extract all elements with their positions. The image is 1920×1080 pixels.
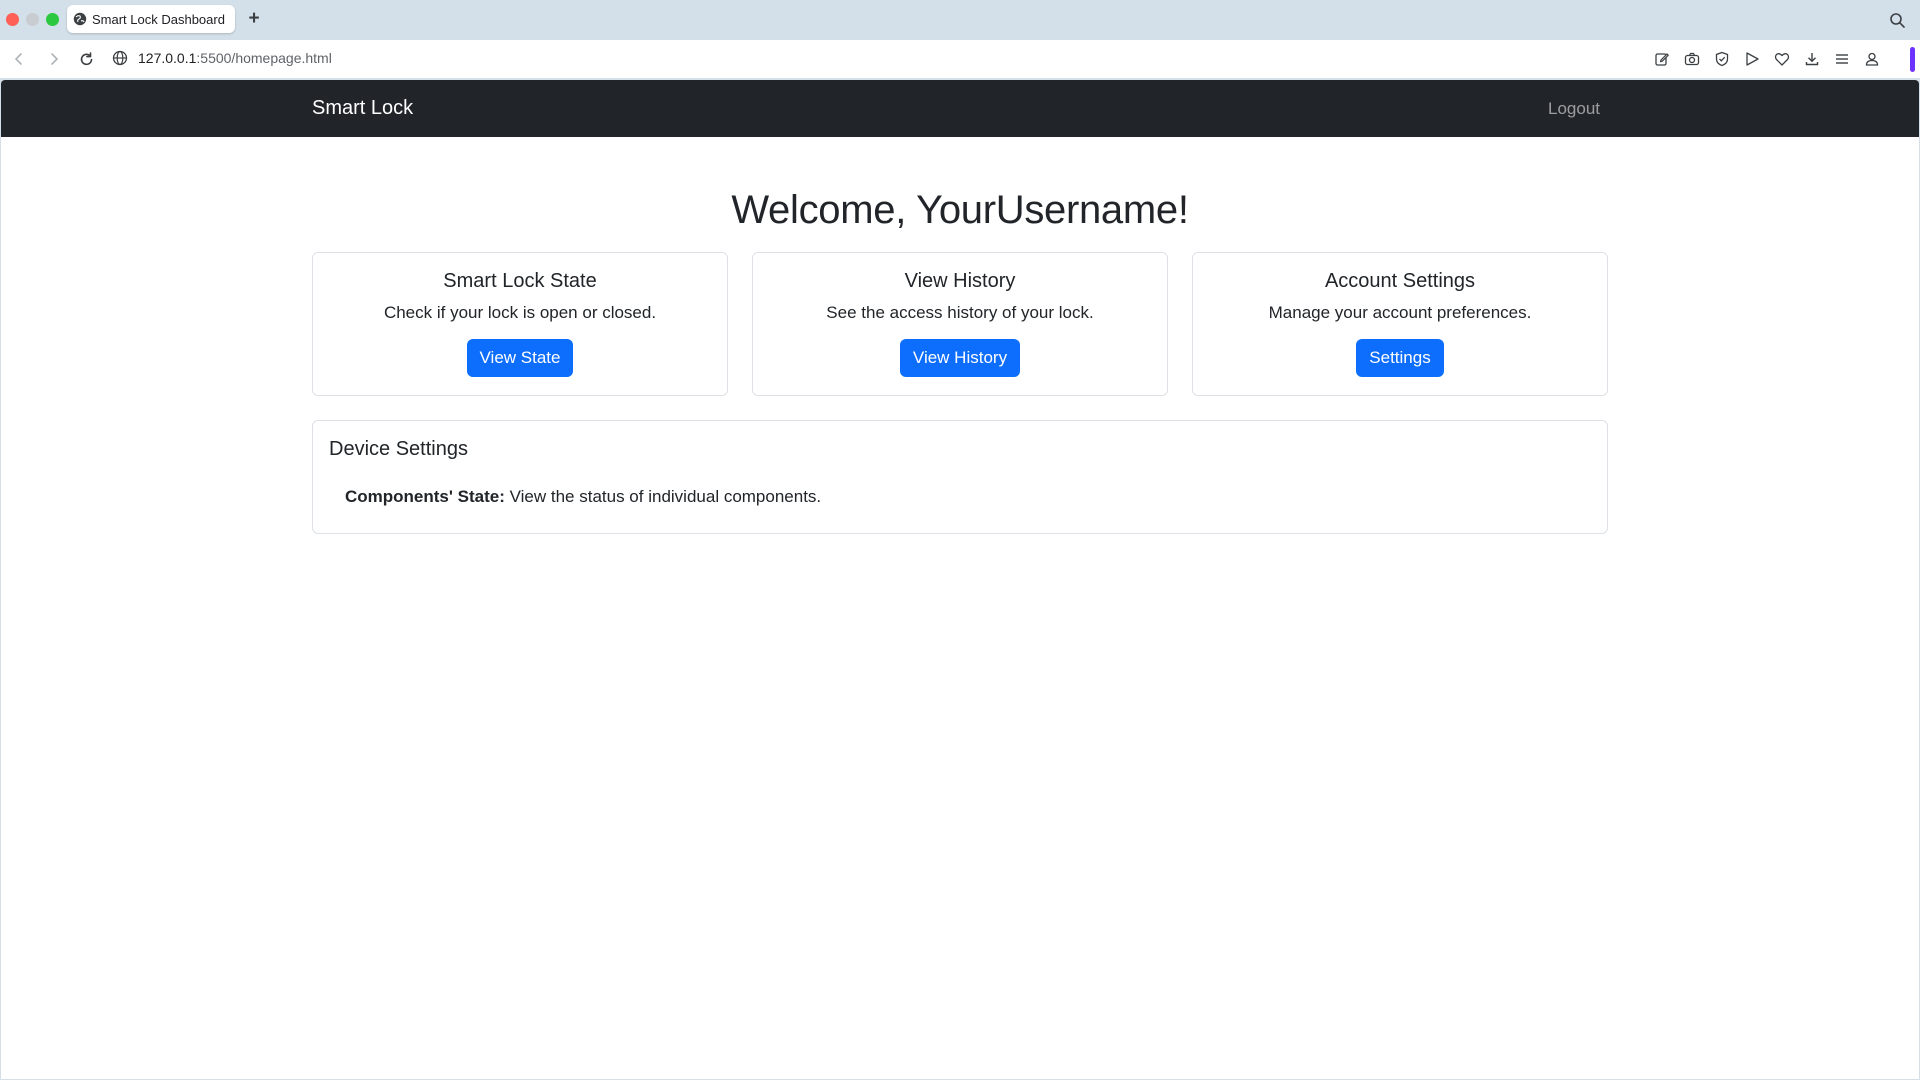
- close-window-button[interactable]: [6, 13, 19, 26]
- brand-link[interactable]: Smart Lock: [312, 80, 413, 137]
- card-text: Manage your account preferences.: [1268, 303, 1532, 322]
- card-title: View History: [904, 270, 1016, 292]
- edit-icon[interactable]: [1652, 49, 1672, 69]
- page-viewport: Smart Lock Logout Welcome, YourUsername!…: [1, 80, 1919, 1079]
- settings-button[interactable]: Settings: [1356, 339, 1444, 377]
- tab-strip: Smart Lock Dashboard +: [0, 0, 1920, 40]
- components-state-label: Components' State:: [345, 487, 505, 506]
- smart-lock-state-card: Smart Lock State Check if your lock is o…: [312, 252, 728, 396]
- top-navbar: Smart Lock Logout: [1, 80, 1919, 137]
- sidebar-toggle[interactable]: [1910, 47, 1915, 72]
- tab-title: Smart Lock Dashboard: [92, 11, 225, 27]
- download-icon[interactable]: [1802, 49, 1822, 69]
- browser-toolbar: 127.0.0.1:5500/homepage.html: [0, 40, 1920, 78]
- card-row: Smart Lock State Check if your lock is o…: [312, 252, 1608, 396]
- components-state-text: View the status of individual components…: [504, 487, 822, 506]
- account-settings-card: Account Settings Manage your account pre…: [1192, 252, 1608, 396]
- card-title: Account Settings: [1324, 270, 1476, 292]
- search-icon[interactable]: [1889, 12, 1906, 29]
- maximize-window-button[interactable]: [46, 13, 59, 26]
- send-icon[interactable]: [1742, 49, 1762, 69]
- browser-window: Smart Lock Dashboard + 127.0.0.1:5500/ho…: [0, 0, 1920, 1080]
- view-history-button[interactable]: View History: [899, 339, 1021, 377]
- globe-icon: [73, 12, 87, 26]
- address-bar[interactable]: 127.0.0.1:5500/homepage.html: [138, 49, 332, 68]
- back-icon[interactable]: [10, 50, 28, 68]
- card-text: Check if your lock is open or closed.: [383, 303, 657, 322]
- view-state-button[interactable]: View State: [466, 339, 574, 377]
- card-title: Smart Lock State: [443, 270, 597, 292]
- welcome-heading: Welcome, YourUsername!: [731, 188, 1189, 232]
- profile-icon[interactable]: [1862, 49, 1882, 69]
- menu-icon[interactable]: [1832, 49, 1852, 69]
- components-state-item[interactable]: Components' State: View the status of in…: [345, 485, 1591, 509]
- device-settings-title: Device Settings: [329, 438, 468, 460]
- camera-icon[interactable]: [1682, 49, 1702, 69]
- browser-tab[interactable]: Smart Lock Dashboard: [67, 5, 235, 33]
- minimize-window-button[interactable]: [26, 13, 39, 26]
- new-tab-button[interactable]: +: [243, 7, 265, 29]
- shield-icon[interactable]: [1712, 49, 1732, 69]
- main-container: Welcome, YourUsername! Smart Lock State …: [312, 137, 1608, 534]
- view-history-card: View History See the access history of y…: [752, 252, 1168, 396]
- logout-link[interactable]: Logout: [1548, 80, 1600, 137]
- card-text: See the access history of your lock.: [826, 303, 1094, 322]
- site-info-icon[interactable]: [112, 50, 129, 67]
- reload-icon[interactable]: [77, 50, 95, 68]
- heart-icon[interactable]: [1772, 49, 1792, 69]
- toolbar-icons: [1652, 49, 1882, 69]
- device-settings-card: Device Settings Components' State: View …: [312, 420, 1608, 534]
- url-host: 127.0.0.1: [138, 50, 197, 66]
- forward-icon[interactable]: [45, 50, 63, 68]
- url-path: :5500/homepage.html: [196, 50, 332, 66]
